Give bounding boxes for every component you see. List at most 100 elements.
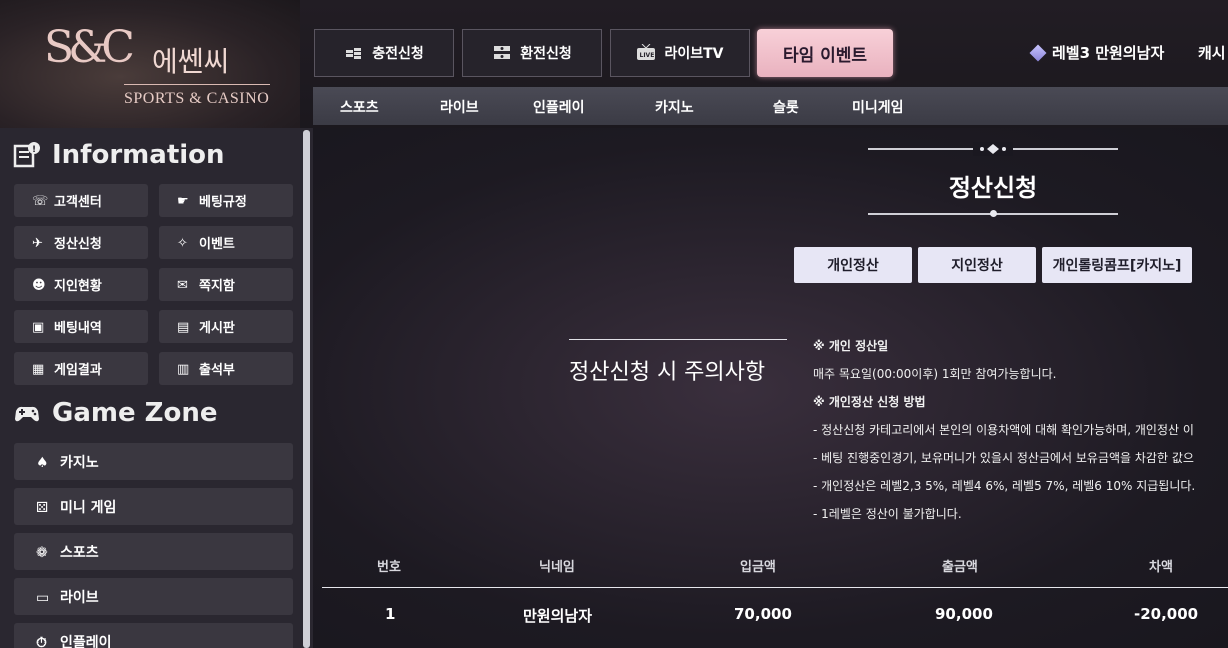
header: S&C 에쎈씨 SPORTS & CASINO 충전신청 환전신청 LIVE 라… bbox=[0, 0, 1228, 128]
sidebar-game-minigame[interactable]: ⚄ 미니 게임 bbox=[14, 488, 293, 525]
logo-mark: S&C bbox=[44, 22, 135, 73]
live-tv-label: 라이브TV bbox=[664, 46, 724, 62]
tab-referral-settlement[interactable]: 지인정산 bbox=[918, 247, 1036, 283]
sidebar-item-label: 고객센터 bbox=[54, 195, 102, 210]
sidebar-item-label: 정산신청 bbox=[54, 237, 102, 252]
notice-line: - 베팅 진행중인경기, 보유머니가 있을시 정산금에서 보유금액을 차감한 값… bbox=[813, 451, 1194, 465]
deposit-request-label: 충전신청 bbox=[372, 46, 424, 62]
sidebar-item-customer-center[interactable]: ☏ 고객센터 bbox=[14, 184, 148, 217]
notice-line: ※ 개인정산 신청 방법 bbox=[813, 395, 926, 409]
result-icon: ▦ bbox=[32, 361, 45, 377]
phone-icon: ☏ bbox=[32, 193, 49, 209]
spade-icon: ♠ bbox=[36, 454, 49, 471]
col-header-difference: 차액 bbox=[1149, 560, 1173, 575]
stopwatch-icon: ⏱ bbox=[36, 634, 47, 648]
sidebar-item-label: 베팅규정 bbox=[199, 195, 247, 210]
notice-line: - 1레벨은 정산이 불가합니다. bbox=[813, 507, 962, 521]
party-icon: ✧ bbox=[177, 235, 188, 251]
deposit-request-button[interactable]: 충전신청 bbox=[314, 29, 454, 77]
ornament-gem-icon bbox=[973, 142, 1013, 156]
table-divider bbox=[322, 587, 1228, 588]
table-cell-number: 1 bbox=[385, 605, 396, 623]
sidebar-game-casino[interactable]: ♠ 카지노 bbox=[14, 443, 293, 480]
sidebar-item-referral-status[interactable]: ☻ 지인현황 bbox=[14, 268, 148, 301]
monitor-icon: ▭ bbox=[36, 589, 50, 606]
logo-divider bbox=[124, 84, 270, 85]
gamepad-icon bbox=[15, 406, 39, 422]
user-level: 레벨3 만원의남자 bbox=[1029, 42, 1165, 63]
user-level-name: 레벨3 만원의남자 bbox=[1052, 44, 1165, 62]
nav-minigame[interactable]: 미니게임 bbox=[852, 97, 904, 117]
sidebar-item-attendance[interactable]: ▥ 출석부 bbox=[159, 352, 293, 385]
game-zone-title-text: Game Zone bbox=[52, 398, 218, 428]
sidebar-item-label: 카지노 bbox=[60, 454, 99, 471]
sidebar-item-label: 게임결과 bbox=[54, 363, 102, 378]
sidebar-item-label: 이벤트 bbox=[199, 237, 235, 252]
calendar-icon: ▥ bbox=[177, 361, 190, 377]
information-title: ! Information bbox=[12, 140, 225, 170]
logo[interactable]: S&C 에쎈씨 SPORTS & CASINO bbox=[0, 0, 300, 128]
sidebar-item-betting-history[interactable]: ▣ 베팅내역 bbox=[14, 310, 148, 343]
main-nav: 스포츠 라이브 인플레이 카지노 슬롯 미니게임 bbox=[313, 87, 1228, 125]
withdraw-request-label: 환전신청 bbox=[520, 46, 572, 62]
col-header-nickname: 닉네임 bbox=[539, 560, 575, 575]
nav-live[interactable]: 라이브 bbox=[440, 97, 479, 117]
sidebar-item-settlement[interactable]: ✈ 정산신청 bbox=[14, 226, 148, 259]
hand-icon: ☛ bbox=[177, 193, 189, 209]
sidebar-item-label: 게시판 bbox=[199, 321, 235, 336]
sidebar-item-label: 쪽지함 bbox=[199, 279, 235, 294]
history-icon: ▣ bbox=[32, 319, 45, 335]
notice-line: - 정산신청 카테고리에서 본인의 이용차액에 대해 확인가능하며, 개인정산 … bbox=[813, 423, 1194, 437]
tab-personal-settlement[interactable]: 개인정산 bbox=[794, 247, 912, 283]
notice-heading: 정산신청 시 주의사항 bbox=[569, 360, 766, 385]
sidebar-item-label: 스포츠 bbox=[60, 544, 99, 561]
information-title-text: Information bbox=[52, 140, 225, 170]
nav-slot[interactable]: 슬롯 bbox=[773, 97, 799, 117]
coin-stack-icon bbox=[346, 48, 362, 59]
svg-text:!: ! bbox=[32, 145, 36, 155]
time-event-button[interactable]: 타임 이벤트 bbox=[757, 29, 893, 77]
sidebar-scrollbar[interactable] bbox=[303, 130, 310, 648]
cash-label[interactable]: 캐시 bbox=[1198, 42, 1226, 63]
main-content: 정산신청 개인정산 지인정산 개인롤링콤프[카지노] 정산신청 시 주의사항 ※… bbox=[313, 128, 1228, 648]
table-cell-withdraw: 90,000 bbox=[935, 605, 993, 623]
table-cell-nickname: 만원의남자 bbox=[523, 607, 593, 625]
logo-korean-name: 에쎈씨 bbox=[152, 45, 230, 78]
notice-line: - 개인정산은 레벨2,3 5%, 레벨4 6%, 레벨5 7%, 레벨6 10… bbox=[813, 479, 1196, 493]
nav-casino[interactable]: 카지노 bbox=[655, 97, 694, 117]
message-icon: ✉ bbox=[177, 277, 188, 293]
sidebar-game-live[interactable]: ▭ 라이브 bbox=[14, 578, 293, 615]
document-info-icon: ! bbox=[13, 142, 40, 168]
table-cell-deposit: 70,000 bbox=[734, 605, 792, 623]
svg-text:LIVE: LIVE bbox=[640, 52, 655, 59]
sidebar-item-game-results[interactable]: ▦ 게임결과 bbox=[14, 352, 148, 385]
sidebar: ! Information ☏ 고객센터 ☛ 베팅규정 ✈ 정산신청 ✧ 이벤트… bbox=[0, 128, 313, 648]
game-zone-title: Game Zone bbox=[12, 398, 218, 428]
sidebar-item-board[interactable]: ▤ 게시판 bbox=[159, 310, 293, 343]
col-header-withdraw: 출금액 bbox=[942, 560, 978, 575]
people-icon: ☻ bbox=[32, 277, 46, 293]
sidebar-item-betting-rules[interactable]: ☛ 베팅규정 bbox=[159, 184, 293, 217]
notice-line: 매주 목요일(00:00이후) 1회만 참여가능합니다. bbox=[813, 367, 1057, 381]
withdraw-request-button[interactable]: 환전신청 bbox=[462, 29, 602, 77]
sidebar-game-sports[interactable]: ❁ 스포츠 bbox=[14, 533, 293, 570]
ball-icon: ❁ bbox=[36, 544, 48, 561]
exchange-icon bbox=[494, 46, 511, 59]
sidebar-item-label: 베팅내역 bbox=[54, 321, 102, 336]
nav-sports[interactable]: 스포츠 bbox=[340, 97, 379, 117]
sidebar-item-label: 출석부 bbox=[199, 363, 235, 378]
settlement-icon: ✈ bbox=[32, 235, 43, 251]
nav-inplay[interactable]: 인플레이 bbox=[533, 97, 585, 117]
sidebar-item-label: 인플레이 bbox=[60, 634, 112, 648]
page-title: 정산신청 bbox=[948, 174, 1038, 202]
level-gem-icon bbox=[1029, 44, 1047, 61]
logo-english-name: SPORTS & CASINO bbox=[124, 90, 270, 107]
sidebar-item-event[interactable]: ✧ 이벤트 bbox=[159, 226, 293, 259]
sidebar-item-label: 지인현황 bbox=[54, 279, 102, 294]
sidebar-game-inplay[interactable]: ⏱ 인플레이 bbox=[14, 623, 293, 648]
tab-rolling-comp-casino[interactable]: 개인롤링콤프[카지노] bbox=[1042, 247, 1192, 283]
notice-body: ※ 개인 정산일 매주 목요일(00:00이후) 1회만 참여가능합니다. ※ … bbox=[813, 332, 1228, 528]
col-header-number: 번호 bbox=[377, 560, 401, 575]
sidebar-item-messages[interactable]: ✉ 쪽지함 bbox=[159, 268, 293, 301]
live-tv-button[interactable]: LIVE 라이브TV bbox=[610, 29, 750, 77]
